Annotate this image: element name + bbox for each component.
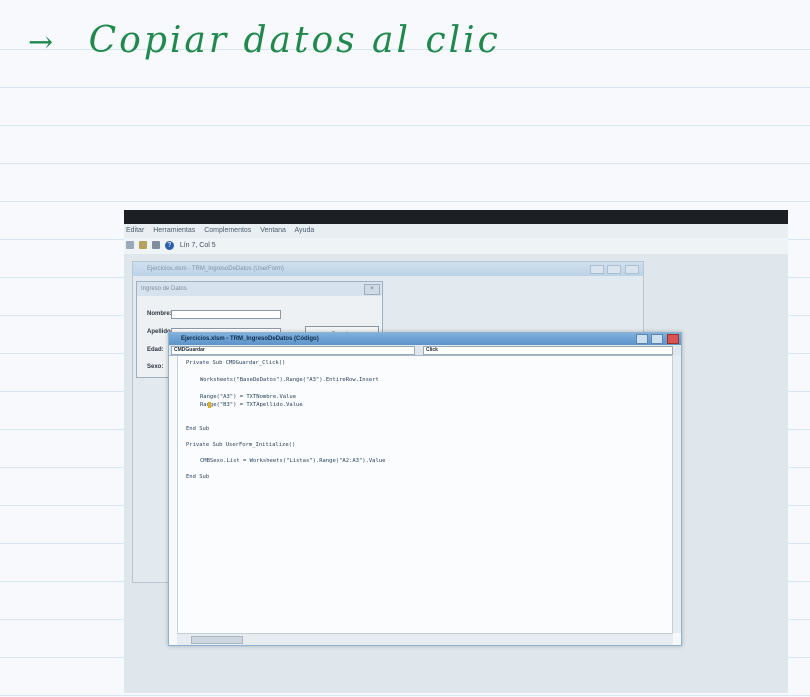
toolbar-objects-icon[interactable] — [126, 241, 134, 250]
userform-title-text: Ingreso de Datos — [141, 286, 187, 292]
code-line: End Sub — [186, 474, 210, 480]
help-icon[interactable]: ? — [164, 240, 174, 250]
menu-herramientas[interactable]: Herramientas — [153, 227, 195, 234]
vbe-menubar: Editar Herramientas Complementos Ventana… — [124, 224, 788, 238]
code-window-title: Ejercicios.xlsm - TRM_IngresoDeDatos (Có… — [169, 333, 681, 345]
cursor-position-status: Lín 7, Col 5 — [179, 242, 216, 249]
close-button[interactable] — [625, 265, 639, 274]
userform-designer-title-text: Ejercicios.xlsm - TRM_IngresoDeDatos (Us… — [147, 266, 284, 272]
menu-ayuda[interactable]: Ayuda — [295, 227, 315, 234]
code-line: Range("A3") = TXTNombre.Value — [200, 394, 297, 400]
label-sexo: Sexo: — [147, 364, 164, 370]
handwritten-note-text: Copiar datos al clic — [88, 20, 501, 61]
vbe-toolbar: ? Lín 7, Col 5 — [124, 238, 788, 254]
code-line: Range("B3") = TXTApellido.Value — [200, 402, 303, 408]
vertical-scrollbar[interactable] — [672, 355, 681, 633]
arrow-icon: → — [28, 25, 57, 60]
handwritten-note: → Copiar datos al clic — [28, 20, 501, 61]
procedure-combo[interactable]: Click — [423, 346, 673, 355]
maximize-button[interactable] — [607, 265, 622, 274]
horizontal-scroll-thumb[interactable] — [191, 636, 243, 644]
menu-editar[interactable]: Editar — [126, 227, 144, 234]
object-combo[interactable]: CMDGuardar — [171, 346, 415, 355]
code-editor[interactable]: Private Sub CMDGuardar_Click() Worksheet… — [177, 356, 673, 633]
code-line: Private Sub CMDGuardar_Click() — [186, 360, 286, 366]
code-line: Private Sub UserForm_Initialize() — [186, 442, 296, 448]
menu-complementos[interactable]: Complementos — [204, 227, 251, 234]
label-edad: Edad: — [147, 347, 164, 353]
txt-nombre-input[interactable] — [171, 310, 281, 319]
userform-close-icon[interactable]: × — [364, 284, 380, 295]
minimize-button[interactable] — [589, 265, 604, 274]
code-line: CMBSexo.List = Worksheets("Listas").Rang… — [200, 458, 386, 464]
code-window: Ejercicios.xlsm - TRM_IngresoDeDatos (Có… — [168, 332, 682, 646]
userform-title: Ingreso de Datos × — [137, 282, 382, 296]
code-close-button[interactable] — [667, 334, 679, 344]
code-combo-row: CMDGuardar Click — [169, 345, 681, 356]
text-cursor-icon — [208, 402, 211, 408]
code-line: End Sub — [186, 426, 210, 432]
vbe-screen-photo: Editar Herramientas Complementos Ventana… — [124, 210, 788, 693]
code-maximize-button[interactable] — [651, 334, 664, 344]
menu-ventana[interactable]: Ventana — [260, 227, 286, 234]
code-minimize-button[interactable] — [635, 334, 648, 344]
toolbar-properties-icon[interactable] — [151, 241, 160, 250]
code-window-title-text: Ejercicios.xlsm - TRM_IngresoDeDatos (Có… — [181, 336, 319, 342]
userform-designer-title: Ejercicios.xlsm - TRM_IngresoDeDatos (Us… — [133, 262, 643, 276]
label-nombre: Nombre: — [147, 311, 172, 317]
horizontal-scrollbar[interactable] — [177, 633, 673, 645]
code-line: Worksheets("BaseDeDatos").Range("A3").En… — [200, 377, 379, 383]
toolbar-toolbox-icon[interactable] — [138, 241, 147, 250]
